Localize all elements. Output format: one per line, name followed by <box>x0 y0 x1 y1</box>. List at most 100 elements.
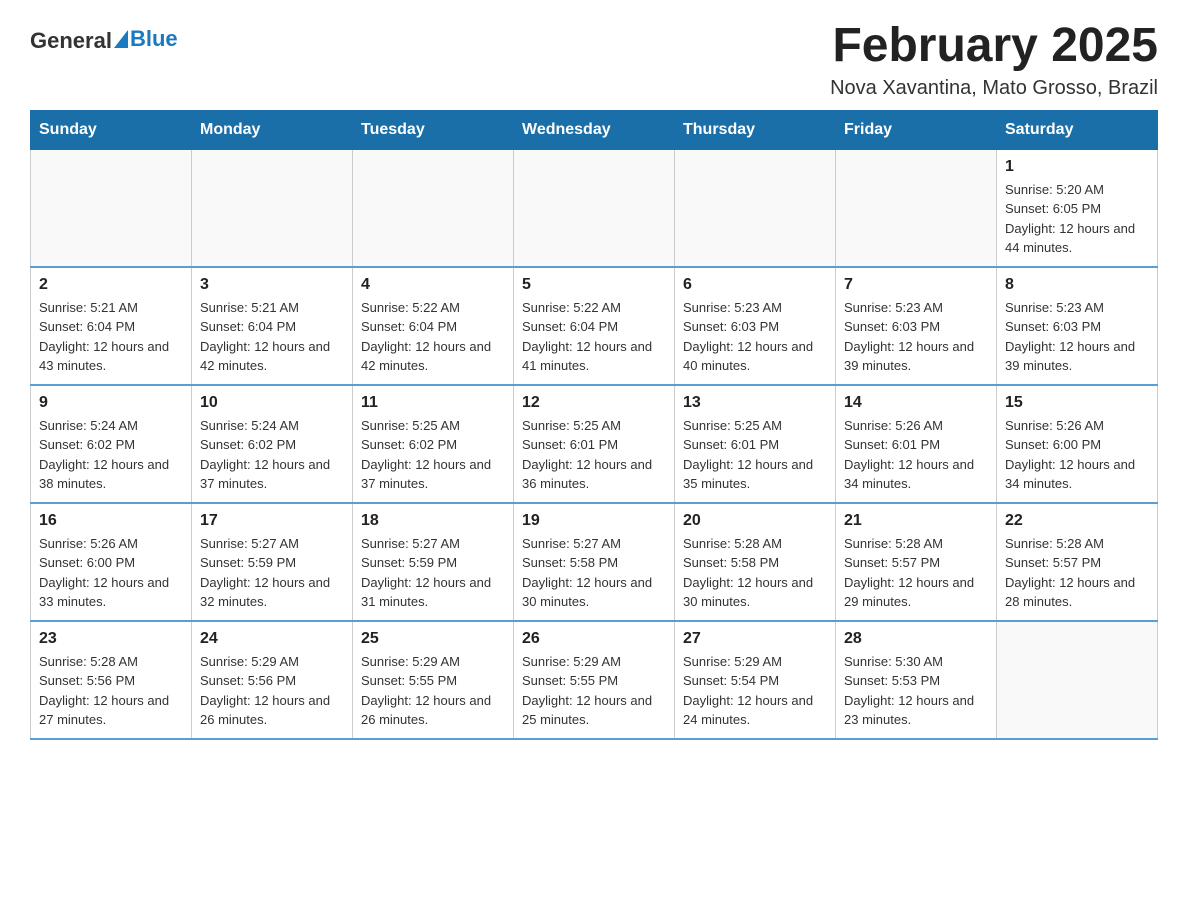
logo-triangle-icon <box>114 30 128 48</box>
day-info: Sunrise: 5:29 AM Sunset: 5:54 PM Dayligh… <box>683 652 827 730</box>
day-info: Sunrise: 5:26 AM Sunset: 6:01 PM Dayligh… <box>844 416 988 494</box>
weekday-header-sunday: Sunday <box>31 110 192 149</box>
calendar-cell: 17 Sunrise: 5:27 AM Sunset: 5:59 PM Dayli… <box>192 503 353 621</box>
day-number: 17 <box>200 512 344 530</box>
day-info: Sunrise: 5:29 AM Sunset: 5:56 PM Dayligh… <box>200 652 344 730</box>
calendar-cell: 18Sunrise: 5:27 AM Sunset: 5:59 PM Dayli… <box>353 503 514 621</box>
day-info: Sunrise: 5:28 AM Sunset: 5:57 PM Dayligh… <box>844 534 988 612</box>
calendar-cell <box>31 149 192 267</box>
day-number: 26 <box>522 630 666 648</box>
calendar-cell: 6 Sunrise: 5:23 AM Sunset: 6:03 PM Daylig… <box>675 267 836 385</box>
calendar-cell: 26 Sunrise: 5:29 AM Sunset: 5:55 PM Dayli… <box>514 621 675 739</box>
day-info: Sunrise: 5:26 AM Sunset: 6:00 PM Dayligh… <box>1005 416 1149 494</box>
calendar-cell <box>192 149 353 267</box>
day-number: 3 <box>200 276 344 294</box>
day-number: 22 <box>1005 512 1149 530</box>
day-number: 19 <box>522 512 666 530</box>
week-row-5: 23 Sunrise: 5:28 AM Sunset: 5:56 PM Dayli… <box>31 621 1158 739</box>
calendar-cell: 27 Sunrise: 5:29 AM Sunset: 5:54 PM Dayli… <box>675 621 836 739</box>
weekday-header-wednesday: Wednesday <box>514 110 675 149</box>
calendar-cell: 10Sunrise: 5:24 AM Sunset: 6:02 PM Dayli… <box>192 385 353 503</box>
weekday-header-row: SundayMondayTuesdayWednesdayThursdayFrid… <box>31 110 1158 149</box>
calendar-cell: 25Sunrise: 5:29 AM Sunset: 5:55 PM Dayli… <box>353 621 514 739</box>
week-row-2: 2 Sunrise: 5:21 AM Sunset: 6:04 PM Daylig… <box>31 267 1158 385</box>
calendar-cell: 15 Sunrise: 5:26 AM Sunset: 6:00 PM Dayli… <box>997 385 1158 503</box>
calendar-cell: 4 Sunrise: 5:22 AM Sunset: 6:04 PM Daylig… <box>353 267 514 385</box>
day-info: Sunrise: 5:23 AM Sunset: 6:03 PM Dayligh… <box>683 298 827 376</box>
month-title: February 2025 <box>830 20 1158 73</box>
weekday-header-thursday: Thursday <box>675 110 836 149</box>
day-info: Sunrise: 5:29 AM Sunset: 5:55 PM Dayligh… <box>361 652 505 730</box>
day-info: Sunrise: 5:21 AM Sunset: 6:04 PM Dayligh… <box>39 298 183 376</box>
day-info: Sunrise: 5:27 AM Sunset: 5:59 PM Dayligh… <box>200 534 344 612</box>
day-number: 23 <box>39 630 183 648</box>
day-info: Sunrise: 5:28 AM Sunset: 5:56 PM Dayligh… <box>39 652 183 730</box>
day-number: 16 <box>39 512 183 530</box>
day-info: Sunrise: 5:23 AM Sunset: 6:03 PM Dayligh… <box>1005 298 1149 376</box>
calendar-cell: 16 Sunrise: 5:26 AM Sunset: 6:00 PM Dayli… <box>31 503 192 621</box>
weekday-header-friday: Friday <box>836 110 997 149</box>
weekday-header-tuesday: Tuesday <box>353 110 514 149</box>
day-number: 5 <box>522 276 666 294</box>
calendar-cell <box>997 621 1158 739</box>
calendar-cell <box>675 149 836 267</box>
calendar-table: SundayMondayTuesdayWednesdayThursdayFrid… <box>30 110 1158 740</box>
week-row-4: 16 Sunrise: 5:26 AM Sunset: 6:00 PM Dayli… <box>31 503 1158 621</box>
day-number: 24 <box>200 630 344 648</box>
calendar-cell: 11 Sunrise: 5:25 AM Sunset: 6:02 PM Dayli… <box>353 385 514 503</box>
day-number: 12 <box>522 394 666 412</box>
day-info: Sunrise: 5:30 AM Sunset: 5:53 PM Dayligh… <box>844 652 988 730</box>
page-header: General Blue February 2025 Nova Xavantin… <box>30 20 1158 100</box>
day-number: 21 <box>844 512 988 530</box>
day-number: 4 <box>361 276 505 294</box>
day-number: 13 <box>683 394 827 412</box>
calendar-cell: 9Sunrise: 5:24 AM Sunset: 6:02 PM Daylig… <box>31 385 192 503</box>
week-row-1: 1 Sunrise: 5:20 AM Sunset: 6:05 PM Daylig… <box>31 149 1158 267</box>
calendar-cell: 8Sunrise: 5:23 AM Sunset: 6:03 PM Daylig… <box>997 267 1158 385</box>
day-number: 11 <box>361 394 505 412</box>
logo: General Blue <box>30 28 178 54</box>
calendar-cell: 13Sunrise: 5:25 AM Sunset: 6:01 PM Dayli… <box>675 385 836 503</box>
location-text: Nova Xavantina, Mato Grosso, Brazil <box>830 77 1158 100</box>
day-info: Sunrise: 5:25 AM Sunset: 6:02 PM Dayligh… <box>361 416 505 494</box>
day-info: Sunrise: 5:23 AM Sunset: 6:03 PM Dayligh… <box>844 298 988 376</box>
day-number: 10 <box>200 394 344 412</box>
calendar-cell: 22 Sunrise: 5:28 AM Sunset: 5:57 PM Dayli… <box>997 503 1158 621</box>
calendar-cell: 1 Sunrise: 5:20 AM Sunset: 6:05 PM Daylig… <box>997 149 1158 267</box>
calendar-cell: 28 Sunrise: 5:30 AM Sunset: 5:53 PM Dayli… <box>836 621 997 739</box>
day-number: 6 <box>683 276 827 294</box>
calendar-cell <box>353 149 514 267</box>
day-number: 28 <box>844 630 988 648</box>
calendar-cell: 3 Sunrise: 5:21 AM Sunset: 6:04 PM Daylig… <box>192 267 353 385</box>
day-info: Sunrise: 5:22 AM Sunset: 6:04 PM Dayligh… <box>361 298 505 376</box>
day-number: 14 <box>844 394 988 412</box>
calendar-cell: 19 Sunrise: 5:27 AM Sunset: 5:58 PM Dayli… <box>514 503 675 621</box>
day-info: Sunrise: 5:28 AM Sunset: 5:58 PM Dayligh… <box>683 534 827 612</box>
week-row-3: 9Sunrise: 5:24 AM Sunset: 6:02 PM Daylig… <box>31 385 1158 503</box>
day-info: Sunrise: 5:21 AM Sunset: 6:04 PM Dayligh… <box>200 298 344 376</box>
title-block: February 2025 Nova Xavantina, Mato Gross… <box>830 20 1158 100</box>
day-info: Sunrise: 5:20 AM Sunset: 6:05 PM Dayligh… <box>1005 180 1149 258</box>
calendar-cell: 5 Sunrise: 5:22 AM Sunset: 6:04 PM Daylig… <box>514 267 675 385</box>
calendar-cell <box>514 149 675 267</box>
calendar-cell: 14 Sunrise: 5:26 AM Sunset: 6:01 PM Dayli… <box>836 385 997 503</box>
calendar-cell <box>836 149 997 267</box>
calendar-cell: 24 Sunrise: 5:29 AM Sunset: 5:56 PM Dayli… <box>192 621 353 739</box>
day-info: Sunrise: 5:26 AM Sunset: 6:00 PM Dayligh… <box>39 534 183 612</box>
day-number: 2 <box>39 276 183 294</box>
day-info: Sunrise: 5:27 AM Sunset: 5:58 PM Dayligh… <box>522 534 666 612</box>
day-number: 27 <box>683 630 827 648</box>
calendar-cell: 23 Sunrise: 5:28 AM Sunset: 5:56 PM Dayli… <box>31 621 192 739</box>
calendar-cell: 20 Sunrise: 5:28 AM Sunset: 5:58 PM Dayli… <box>675 503 836 621</box>
weekday-header-saturday: Saturday <box>997 110 1158 149</box>
day-number: 9 <box>39 394 183 412</box>
day-info: Sunrise: 5:29 AM Sunset: 5:55 PM Dayligh… <box>522 652 666 730</box>
day-info: Sunrise: 5:28 AM Sunset: 5:57 PM Dayligh… <box>1005 534 1149 612</box>
calendar-cell: 12Sunrise: 5:25 AM Sunset: 6:01 PM Dayli… <box>514 385 675 503</box>
day-number: 15 <box>1005 394 1149 412</box>
day-number: 20 <box>683 512 827 530</box>
day-number: 1 <box>1005 158 1149 176</box>
calendar-cell: 2 Sunrise: 5:21 AM Sunset: 6:04 PM Daylig… <box>31 267 192 385</box>
day-info: Sunrise: 5:22 AM Sunset: 6:04 PM Dayligh… <box>522 298 666 376</box>
day-number: 7 <box>844 276 988 294</box>
